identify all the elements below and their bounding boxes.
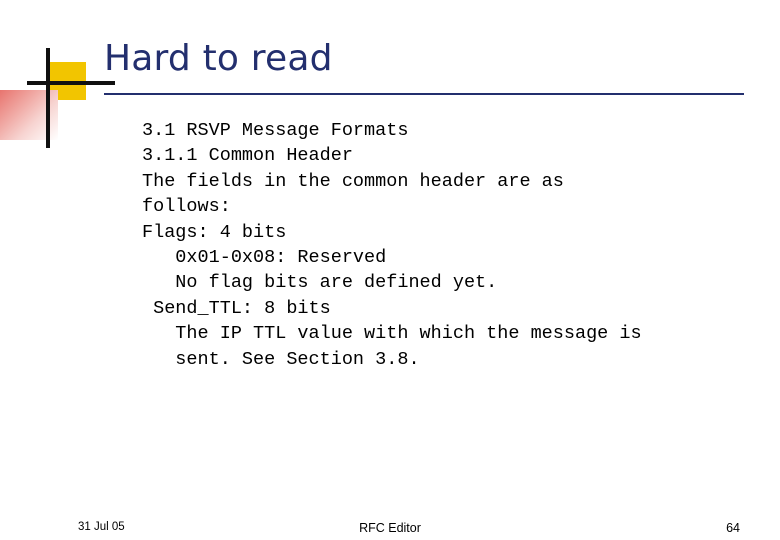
footer-center-label: RFC Editor xyxy=(359,521,421,535)
slide-body-text: 3.1 RSVP Message Formats 3.1.1 Common He… xyxy=(142,120,642,370)
footer-page-number: 64 xyxy=(726,521,740,535)
decorative-motif xyxy=(0,48,115,158)
title-divider xyxy=(104,93,744,95)
page-title: Hard to read xyxy=(104,38,333,79)
slide: Hard to read 3.1 RSVP Message Formats 3.… xyxy=(0,0,780,540)
horizontal-bar-shape xyxy=(27,81,115,85)
vertical-bar-shape xyxy=(46,48,50,148)
